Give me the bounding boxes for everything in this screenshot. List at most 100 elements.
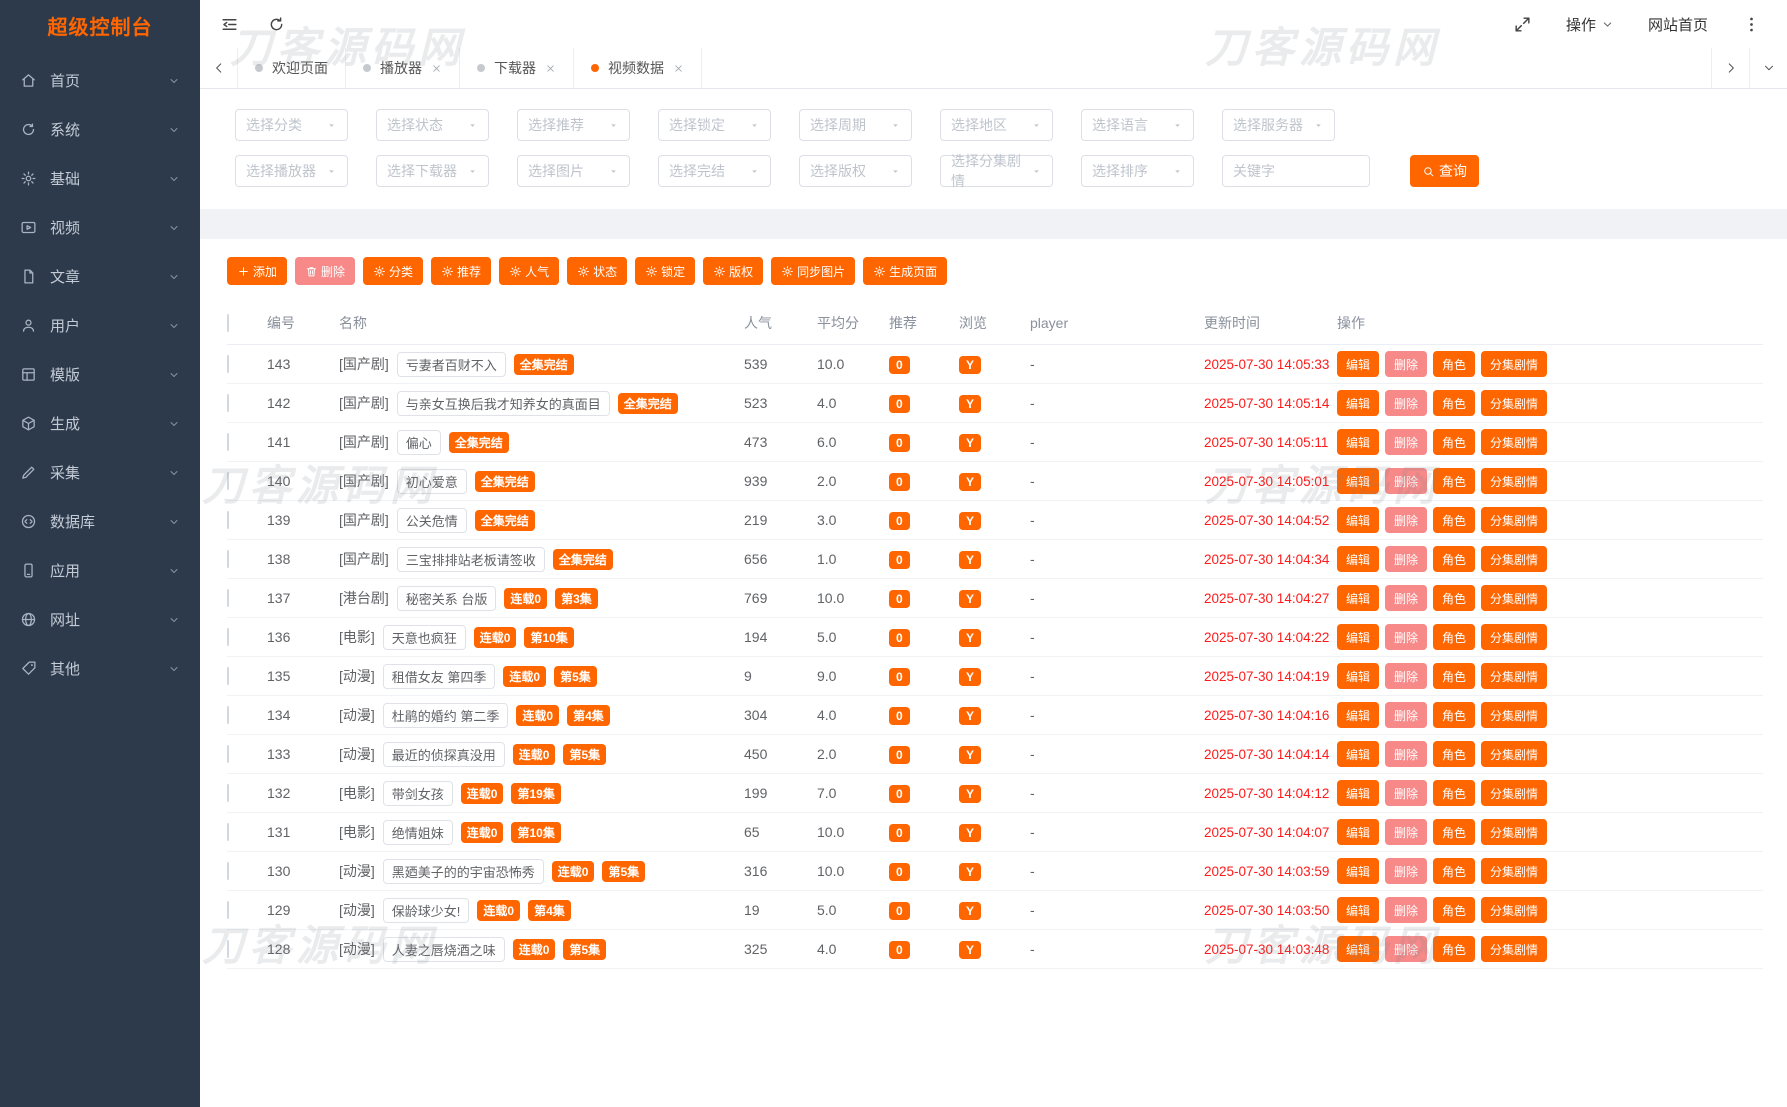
sidebar-item-base[interactable]: 基础 — [0, 154, 200, 203]
filter-select-1-2[interactable]: 选择状态 — [376, 109, 489, 141]
row-role-button[interactable]: 角色 — [1433, 507, 1476, 533]
row-edit-button[interactable]: 编辑 — [1337, 780, 1380, 806]
row-checkbox[interactable] — [227, 472, 229, 490]
row-role-button[interactable]: 角色 — [1433, 663, 1476, 689]
fullscreen-icon[interactable] — [1513, 15, 1532, 34]
row-episodes-button[interactable]: 分集剧情 — [1481, 897, 1548, 923]
row-role-button[interactable]: 角色 — [1433, 702, 1476, 728]
filter-select-1-8[interactable]: 选择服务器 — [1222, 109, 1335, 141]
row-delete-button[interactable]: 删除 — [1385, 936, 1428, 962]
row-delete-button[interactable]: 删除 — [1385, 624, 1428, 650]
toolbar-lock-button[interactable]: 锁定 — [635, 257, 696, 285]
tab-welcome[interactable]: 欢迎页面 — [238, 48, 346, 88]
row-edit-button[interactable]: 编辑 — [1337, 546, 1380, 572]
row-episodes-button[interactable]: 分集剧情 — [1481, 819, 1548, 845]
toolbar-recommend-button[interactable]: 推荐 — [431, 257, 492, 285]
row-role-button[interactable]: 角色 — [1433, 468, 1476, 494]
row-checkbox[interactable] — [227, 628, 229, 646]
row-edit-button[interactable]: 编辑 — [1337, 858, 1380, 884]
filter-select-1-7[interactable]: 选择语言 — [1081, 109, 1194, 141]
toolbar-sync-images-button[interactable]: 同步图片 — [771, 257, 856, 285]
tab-player[interactable]: 播放器 — [346, 48, 460, 88]
filter-select-2-2[interactable]: 选择下载器 — [376, 155, 489, 187]
tabs-scroll-right-button[interactable] — [1711, 48, 1749, 88]
toolbar-generate-pages-button[interactable]: 生成页面 — [863, 257, 948, 285]
row-edit-button[interactable]: 编辑 — [1337, 741, 1380, 767]
row-delete-button[interactable]: 删除 — [1385, 390, 1428, 416]
row-checkbox[interactable] — [227, 823, 229, 841]
row-delete-button[interactable]: 删除 — [1385, 429, 1428, 455]
tab-downloader[interactable]: 下载器 — [460, 48, 574, 88]
tab-close-icon[interactable] — [545, 63, 556, 74]
row-delete-button[interactable]: 删除 — [1385, 507, 1428, 533]
row-checkbox[interactable] — [227, 394, 229, 412]
row-role-button[interactable]: 角色 — [1433, 936, 1476, 962]
sidebar-item-home[interactable]: 首页 — [0, 56, 200, 105]
sidebar-item-system[interactable]: 系统 — [0, 105, 200, 154]
row-checkbox[interactable] — [227, 745, 229, 763]
sidebar-item-app[interactable]: 应用 — [0, 546, 200, 595]
row-checkbox[interactable] — [227, 784, 229, 802]
row-checkbox[interactable] — [227, 667, 229, 685]
row-episodes-button[interactable]: 分集剧情 — [1481, 546, 1548, 572]
row-delete-button[interactable]: 删除 — [1385, 741, 1428, 767]
filter-select-2-6[interactable]: 选择分集剧情 — [940, 153, 1053, 189]
row-delete-button[interactable]: 删除 — [1385, 351, 1428, 377]
row-role-button[interactable]: 角色 — [1433, 858, 1476, 884]
select-all-checkbox[interactable] — [227, 313, 229, 332]
sidebar-item-user[interactable]: 用户 — [0, 301, 200, 350]
toolbar-add-button[interactable]: 添加 — [227, 257, 288, 285]
row-edit-button[interactable]: 编辑 — [1337, 897, 1380, 923]
row-episodes-button[interactable]: 分集剧情 — [1481, 351, 1548, 377]
refresh-icon[interactable] — [267, 15, 286, 34]
row-episodes-button[interactable]: 分集剧情 — [1481, 624, 1548, 650]
row-episodes-button[interactable]: 分集剧情 — [1481, 858, 1548, 884]
row-edit-button[interactable]: 编辑 — [1337, 663, 1380, 689]
row-delete-button[interactable]: 删除 — [1385, 780, 1428, 806]
row-episodes-button[interactable]: 分集剧情 — [1481, 663, 1548, 689]
filter-select-2-3[interactable]: 选择图片 — [517, 155, 630, 187]
tab-video-data[interactable]: 视频数据 — [574, 48, 702, 88]
filter-select-2-4[interactable]: 选择完结 — [658, 155, 771, 187]
filter-select-2-5[interactable]: 选择版权 — [799, 155, 912, 187]
row-edit-button[interactable]: 编辑 — [1337, 624, 1380, 650]
row-checkbox[interactable] — [227, 355, 229, 373]
sidebar-item-other[interactable]: 其他 — [0, 644, 200, 693]
filter-select-1-4[interactable]: 选择锁定 — [658, 109, 771, 141]
hamburger-icon[interactable] — [220, 15, 239, 34]
toolbar-popularity-button[interactable]: 人气 — [499, 257, 560, 285]
row-episodes-button[interactable]: 分集剧情 — [1481, 741, 1548, 767]
more-vert-icon[interactable] — [1742, 15, 1761, 34]
row-edit-button[interactable]: 编辑 — [1337, 351, 1380, 377]
row-role-button[interactable]: 角色 — [1433, 390, 1476, 416]
row-episodes-button[interactable]: 分集剧情 — [1481, 780, 1548, 806]
row-edit-button[interactable]: 编辑 — [1337, 936, 1380, 962]
filter-select-1-3[interactable]: 选择推荐 — [517, 109, 630, 141]
row-delete-button[interactable]: 删除 — [1385, 468, 1428, 494]
row-checkbox[interactable] — [227, 511, 229, 529]
row-role-button[interactable]: 角色 — [1433, 897, 1476, 923]
toolbar-status-button[interactable]: 状态 — [567, 257, 628, 285]
site-home-link[interactable]: 网站首页 — [1648, 14, 1708, 35]
filter-select-2-1[interactable]: 选择播放器 — [235, 155, 348, 187]
row-delete-button[interactable]: 删除 — [1385, 819, 1428, 845]
row-episodes-button[interactable]: 分集剧情 — [1481, 507, 1548, 533]
filter-select-1-6[interactable]: 选择地区 — [940, 109, 1053, 141]
sidebar-item-database[interactable]: 数据库 — [0, 497, 200, 546]
row-episodes-button[interactable]: 分集剧情 — [1481, 429, 1548, 455]
row-delete-button[interactable]: 删除 — [1385, 663, 1428, 689]
row-episodes-button[interactable]: 分集剧情 — [1481, 702, 1548, 728]
row-checkbox[interactable] — [227, 550, 229, 568]
row-checkbox[interactable] — [227, 940, 229, 958]
toolbar-delete-button[interactable]: 删除 — [295, 257, 356, 285]
row-delete-button[interactable]: 删除 — [1385, 585, 1428, 611]
row-episodes-button[interactable]: 分集剧情 — [1481, 390, 1548, 416]
sidebar-item-generate[interactable]: 生成 — [0, 399, 200, 448]
row-checkbox[interactable] — [227, 706, 229, 724]
row-role-button[interactable]: 角色 — [1433, 819, 1476, 845]
sidebar-item-collect[interactable]: 采集 — [0, 448, 200, 497]
row-checkbox[interactable] — [227, 589, 229, 607]
sidebar-item-video[interactable]: 视频 — [0, 203, 200, 252]
row-episodes-button[interactable]: 分集剧情 — [1481, 585, 1548, 611]
row-checkbox[interactable] — [227, 901, 229, 919]
